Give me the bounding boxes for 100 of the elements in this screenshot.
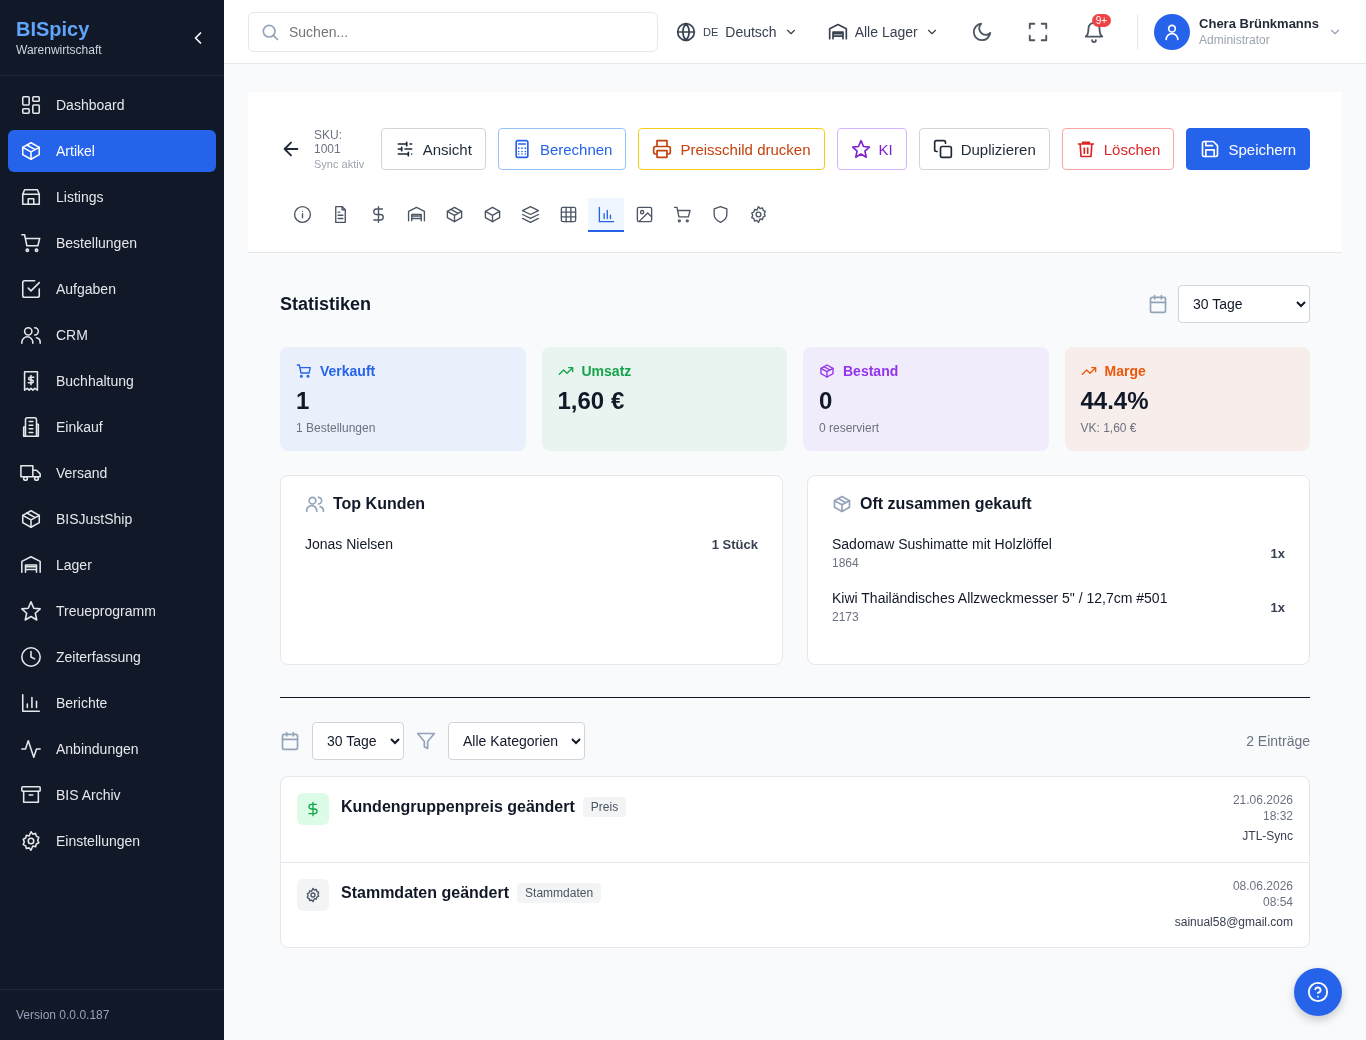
sidebar-item[interactable]: Treueprogramm [8,590,216,632]
sidebar-item[interactable]: Artikel [8,130,216,172]
notification-count: 9+ [1091,13,1112,27]
dollar-icon [297,793,329,825]
save-icon [1200,139,1221,159]
pulse-icon [20,738,42,760]
truck-icon [20,462,42,484]
layers-icon [520,204,540,224]
period-select[interactable]: 30 Tage [312,722,404,760]
sidebar-item[interactable]: Buchhaltung [8,360,216,402]
sidebar-item[interactable]: Aufgaben [8,268,216,310]
entry-tag: Stammdaten [517,883,602,903]
period-select[interactable]: 30 Tage [1178,285,1310,323]
panel-title: Top Kunden [305,494,758,514]
stat-value: 44.4% [1080,387,1150,415]
quantity: 1x [1270,599,1285,615]
action-button[interactable]: Duplizieren [918,128,1050,170]
stat-note: 0 reserviert [819,421,881,435]
brand-subtitle: Warenwirtschaft [16,43,102,57]
category-select[interactable]: Alle Kategorien [448,722,585,760]
stat-label: Umsatz [557,363,771,379]
warehouse-icon [827,21,848,42]
users-icon [305,494,325,514]
sidebar-item[interactable]: Anbindungen [8,728,216,770]
entry-author: sainual58@gmail.com [1174,915,1293,929]
entry-count: 2 Einträge [1246,733,1310,749]
quantity: 1x [1270,545,1285,561]
brand-name: BISpicy [16,18,91,41]
star-icon [20,600,42,622]
image-icon [634,204,654,224]
sync-status: Sync aktiv [314,158,366,170]
search-field[interactable]: Suchen... [248,11,658,52]
product-name: Kiwi Thailändisches Allzweckmesser 5" / 12,7cm #501 [832,590,1168,606]
globe-icon [676,21,696,42]
help-icon [1307,981,1329,1003]
notifications-button[interactable]: 9+ [1074,11,1114,52]
action-button[interactable]: Preisschild drucken [638,128,825,170]
sidebar-item[interactable]: Berichte [8,682,216,724]
users-icon [20,324,42,346]
sidebar-item[interactable]: Versand [8,452,216,494]
stat-note: VK: 1,60 € [1080,421,1138,435]
settings-icon [20,830,42,852]
stat-value: 1,60 € [557,387,626,415]
trash-icon [1075,139,1096,159]
printer-icon [652,139,673,159]
package-icon [20,508,42,530]
sidebar-item[interactable]: CRM [8,314,216,356]
info-icon [292,204,312,224]
sidebar-item[interactable]: Zeiterfassung [8,636,216,678]
stat-value: 0 [819,387,834,415]
sidebar-item[interactable]: BISJustShip [8,498,216,540]
sidebar-item[interactable]: Bestellungen [8,222,216,264]
stat-label: Bestand [819,363,1033,379]
entry-author: JTL-Sync [1242,829,1293,843]
cube-icon [482,204,502,224]
action-button[interactable]: Ansicht [380,128,486,170]
stat-label: Verkauft [296,363,510,379]
entry-title: Kundengruppenpreis geändert [341,798,575,816]
grid-icon [20,94,42,116]
sidebar-item[interactable]: Lager [8,544,216,586]
action-button[interactable]: Löschen [1061,128,1175,170]
section-title: Statistiken [280,293,372,315]
action-button[interactable]: KI [836,128,907,170]
calendar-icon [280,731,300,751]
cart-icon [672,204,692,224]
bar-chart-icon [596,204,616,224]
action-button[interactable]: Berechnen [497,128,627,170]
user-menu[interactable]: Chera Brünkmanns Administrator [1154,13,1342,50]
sidebar-item[interactable]: Einkauf [8,406,216,448]
language-selector[interactable]: DE Deutsch [670,11,804,52]
package-icon [819,363,835,379]
entry-time: 08:54 [1262,895,1293,909]
star-icon [850,139,871,159]
stat-note: 1 Bestellungen [296,421,377,435]
product-sku: 1864 [832,556,860,570]
calendar-icon [1148,294,1168,314]
sidebar-item[interactable]: Listings [8,176,216,218]
sidebar-item[interactable]: Dashboard [8,84,216,126]
settings-icon [748,204,768,224]
clock-icon [20,646,42,668]
entry-date: 08.06.2026 [1232,879,1293,893]
package-icon [20,140,42,162]
package-icon [444,204,464,224]
action-button[interactable]: Speichern [1186,128,1310,170]
sidebar-item[interactable]: BIS Archiv [8,774,216,816]
package-icon [832,494,852,514]
cart-icon [20,232,42,254]
copy-icon [932,139,953,159]
archive-icon [20,784,42,806]
building-icon [20,416,42,438]
help-button[interactable] [1294,968,1342,1016]
section-tab[interactable] [588,198,624,232]
expand-icon [1026,20,1049,43]
checkbox-icon [20,278,42,300]
product-sku: 2173 [832,610,860,624]
stat-label: Marge [1080,363,1294,379]
warehouse-selector[interactable]: Alle Lager [821,11,945,52]
customer-name: Jonas Nielsen [305,536,393,552]
store-icon [20,186,42,208]
sidebar-item[interactable]: Einstellungen [8,820,216,862]
